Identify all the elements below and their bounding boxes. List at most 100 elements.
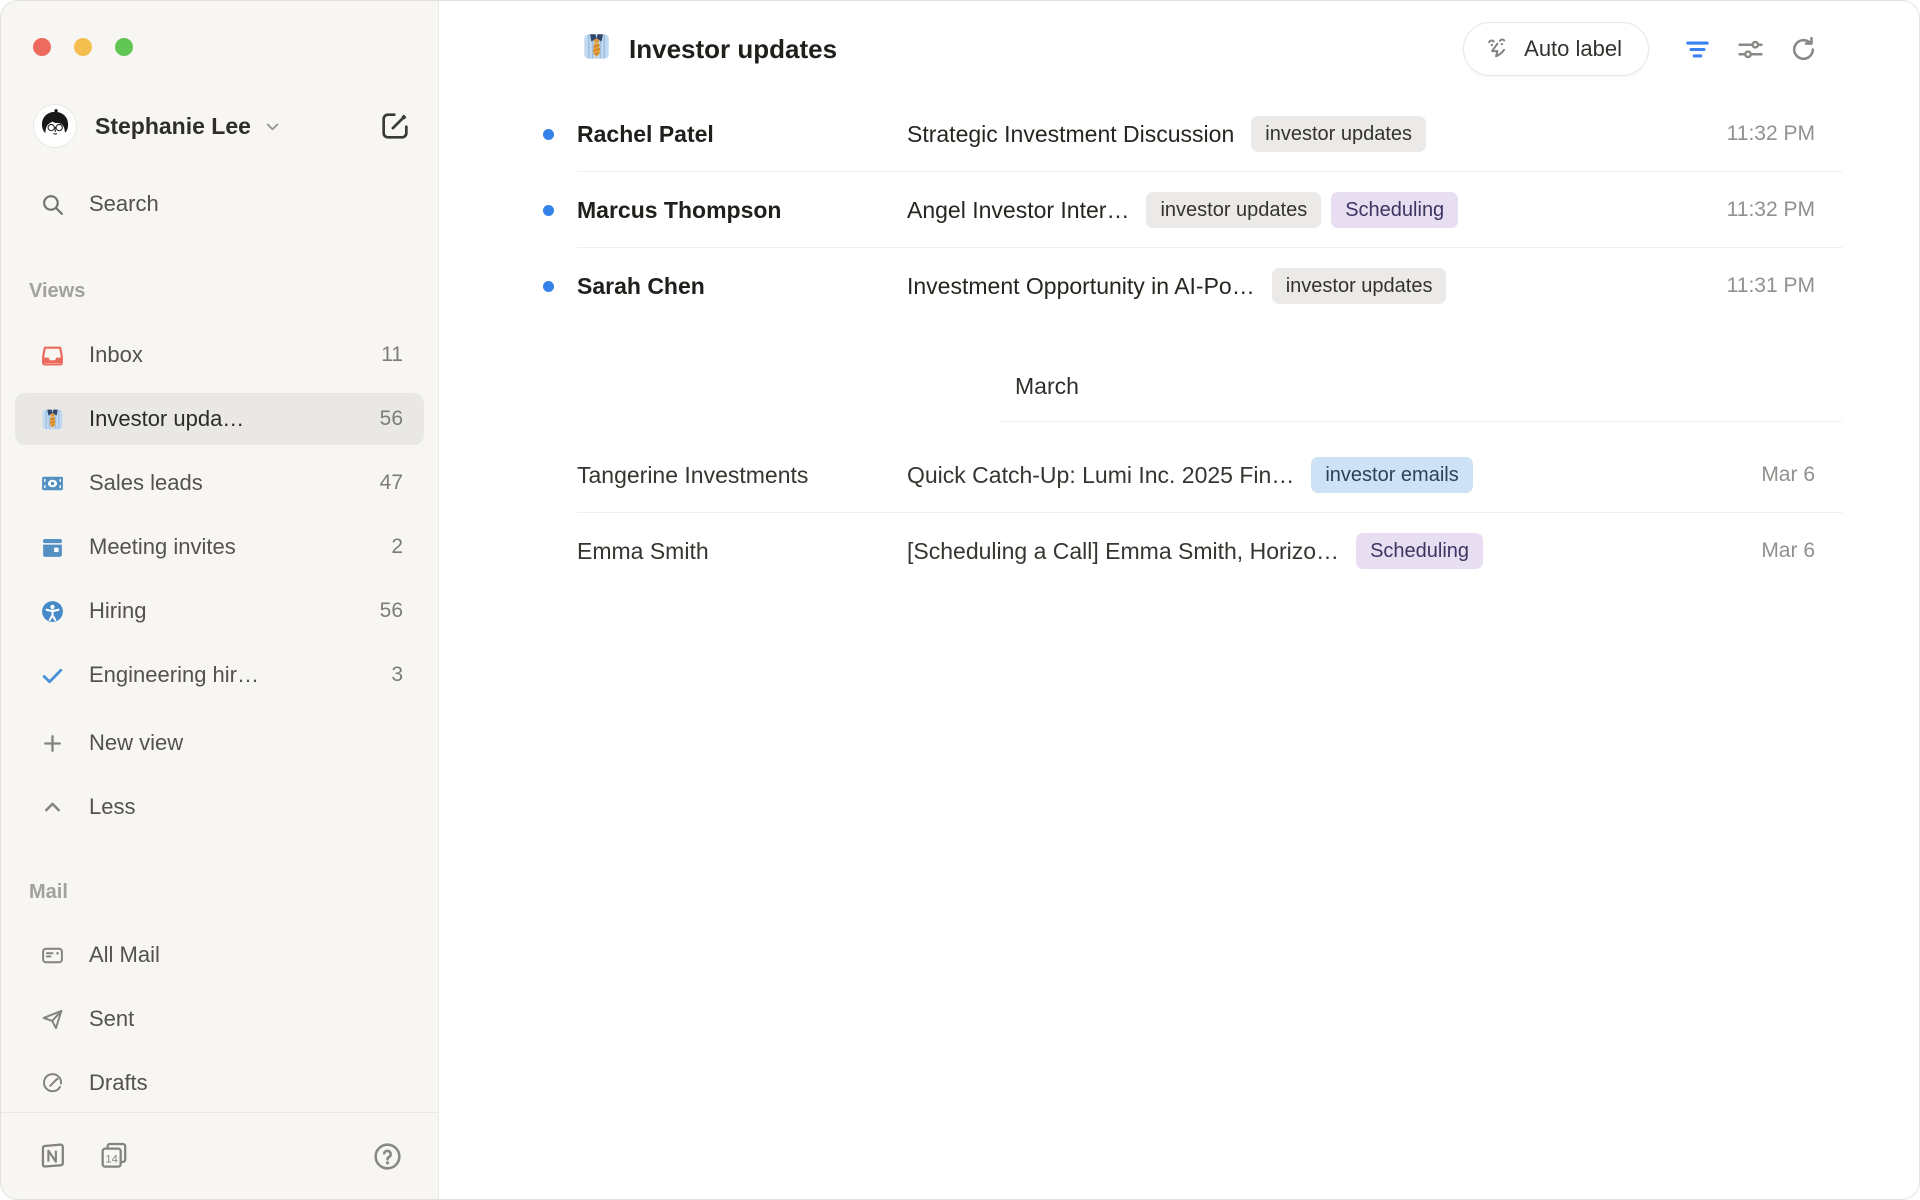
sidebar-item-label: Investor upda… bbox=[89, 406, 244, 432]
email-subject: Quick Catch-Up: Lumi Inc. 2025 Fin… bbox=[907, 462, 1294, 489]
email-date: Mar 6 bbox=[1761, 463, 1815, 487]
sidebar-item-label: Engineering hir… bbox=[89, 662, 259, 688]
sidebar-item-drafts[interactable]: Drafts bbox=[15, 1057, 424, 1109]
zoom-window-button[interactable] bbox=[115, 38, 133, 56]
label-tag[interactable]: investor updates bbox=[1251, 116, 1426, 152]
unread-count: 3 bbox=[391, 663, 403, 687]
label-tag[interactable]: Scheduling bbox=[1356, 533, 1483, 569]
refresh-button[interactable] bbox=[1785, 31, 1821, 67]
help-button[interactable] bbox=[370, 1139, 404, 1173]
search-label: Search bbox=[89, 191, 159, 217]
necktie-icon bbox=[39, 406, 65, 432]
email-sender: Sarah Chen bbox=[577, 273, 907, 300]
sidebar-item-label: Drafts bbox=[89, 1070, 148, 1096]
minimize-window-button[interactable] bbox=[74, 38, 92, 56]
auto-label-button[interactable]: Auto label bbox=[1463, 22, 1649, 76]
account-switcher[interactable]: Stephanie Lee bbox=[34, 104, 414, 148]
sidebar-item-all-mail[interactable]: All Mail bbox=[15, 929, 424, 981]
sidebar-item-sent[interactable]: Sent bbox=[15, 993, 424, 1045]
search-button[interactable]: Search bbox=[15, 178, 424, 230]
notion-calendar-icon: 14 bbox=[98, 1140, 130, 1172]
sidebar-item-inbox[interactable]: Inbox 11 bbox=[15, 329, 424, 381]
label-tag[interactable]: investor updates bbox=[1146, 192, 1321, 228]
svg-text:14: 14 bbox=[105, 1154, 117, 1166]
email-sender: Marcus Thompson bbox=[577, 197, 907, 224]
sidebar-item-meeting-invites[interactable]: Meeting invites 2 bbox=[15, 521, 424, 573]
unread-dot bbox=[543, 129, 554, 140]
unread-count: 56 bbox=[380, 407, 403, 431]
paper-plane-icon bbox=[39, 1006, 65, 1032]
notion-app-button[interactable] bbox=[35, 1139, 69, 1173]
sidebar-item-label: Inbox bbox=[89, 342, 143, 368]
auto-label-text: Auto label bbox=[1524, 36, 1622, 62]
view-necktie-icon bbox=[581, 31, 612, 67]
email-time: 11:31 PM bbox=[1727, 274, 1815, 298]
mail-section-label: Mail bbox=[29, 881, 68, 904]
chevron-up-icon bbox=[39, 794, 65, 820]
sidebar-item-label: Sent bbox=[89, 1006, 134, 1032]
sidebar-item-label: Sales leads bbox=[89, 470, 203, 496]
email-row[interactable]: Tangerine Investments Quick Catch-Up: Lu… bbox=[439, 437, 1919, 513]
compose-button[interactable] bbox=[376, 107, 414, 145]
notion-logo-icon bbox=[36, 1140, 68, 1172]
email-subject: Investment Opportunity in AI-Po… bbox=[907, 273, 1255, 300]
less-label: Less bbox=[89, 794, 135, 820]
filter-button[interactable] bbox=[1679, 31, 1715, 67]
inbox-tray-icon bbox=[39, 342, 65, 368]
email-row[interactable]: Marcus Thompson Angel Investor Inter… in… bbox=[439, 172, 1919, 248]
sidebar-item-label: All Mail bbox=[89, 942, 160, 968]
label-tag[interactable]: investor emails bbox=[1311, 457, 1472, 493]
email-subject: [Scheduling a Call] Emma Smith, Horizo… bbox=[907, 538, 1339, 565]
unread-count: 47 bbox=[380, 471, 403, 495]
unread-count: 2 bbox=[391, 535, 403, 559]
checkmark-icon bbox=[39, 662, 65, 688]
email-sender: Tangerine Investments bbox=[577, 462, 907, 489]
sidebar-item-label: Meeting invites bbox=[89, 534, 236, 560]
new-view-label: New view bbox=[89, 730, 183, 756]
email-time: 11:32 PM bbox=[1727, 198, 1815, 222]
refresh-icon bbox=[1788, 34, 1819, 65]
unread-count: 11 bbox=[381, 343, 403, 367]
views-section-label: Views bbox=[29, 280, 85, 303]
mail-list-pane: Investor updates Auto label bbox=[439, 1, 1919, 1199]
unread-dot bbox=[543, 205, 554, 216]
email-sender: Rachel Patel bbox=[577, 121, 907, 148]
ai-face-icon bbox=[1484, 34, 1511, 64]
window-controls bbox=[33, 38, 133, 56]
label-tag[interactable]: Scheduling bbox=[1331, 192, 1458, 228]
sidebar-item-sales-leads[interactable]: Sales leads 47 bbox=[15, 457, 424, 509]
avatar bbox=[34, 105, 76, 147]
sidebar: Stephanie Lee Search Views bbox=[1, 1, 439, 1199]
pencil-circle-icon bbox=[39, 1070, 65, 1096]
new-view-button[interactable]: New view bbox=[15, 717, 424, 769]
sidebar-item-hiring[interactable]: Hiring 56 bbox=[15, 585, 424, 637]
section-divider bbox=[999, 421, 1842, 422]
sidebar-footer-divider bbox=[1, 1112, 438, 1113]
email-row[interactable]: Rachel Patel Strategic Investment Discus… bbox=[439, 96, 1919, 172]
unread-count: 56 bbox=[380, 599, 403, 623]
email-row[interactable]: Emma Smith [Scheduling a Call] Emma Smit… bbox=[439, 513, 1919, 589]
email-date: Mar 6 bbox=[1761, 539, 1815, 563]
list-header: Investor updates Auto label bbox=[439, 1, 1919, 96]
close-window-button[interactable] bbox=[33, 38, 51, 56]
notion-calendar-button[interactable]: 14 bbox=[97, 1139, 131, 1173]
display-settings-button[interactable] bbox=[1732, 31, 1768, 67]
envelope-icon bbox=[39, 942, 65, 968]
email-row[interactable]: Sarah Chen Investment Opportunity in AI-… bbox=[439, 248, 1919, 324]
unread-dot bbox=[543, 281, 554, 292]
banknote-icon bbox=[39, 470, 65, 496]
email-sender: Emma Smith bbox=[577, 538, 907, 565]
app-window: Stephanie Lee Search Views bbox=[0, 0, 1920, 1200]
sliders-icon bbox=[1735, 34, 1766, 65]
help-icon bbox=[371, 1140, 404, 1173]
section-header-march: March bbox=[1015, 362, 1079, 410]
search-icon bbox=[39, 191, 65, 217]
email-time: 11:32 PM bbox=[1727, 122, 1815, 146]
label-tag[interactable]: investor updates bbox=[1272, 268, 1447, 304]
email-subject: Angel Investor Inter… bbox=[907, 197, 1129, 224]
sidebar-item-engineering-hiring[interactable]: Engineering hir… 3 bbox=[15, 649, 424, 701]
less-button[interactable]: Less bbox=[15, 781, 424, 833]
person-circle-icon bbox=[39, 598, 65, 624]
plus-icon bbox=[39, 730, 65, 756]
sidebar-item-investor-updates[interactable]: Investor upda… 56 bbox=[15, 393, 424, 445]
